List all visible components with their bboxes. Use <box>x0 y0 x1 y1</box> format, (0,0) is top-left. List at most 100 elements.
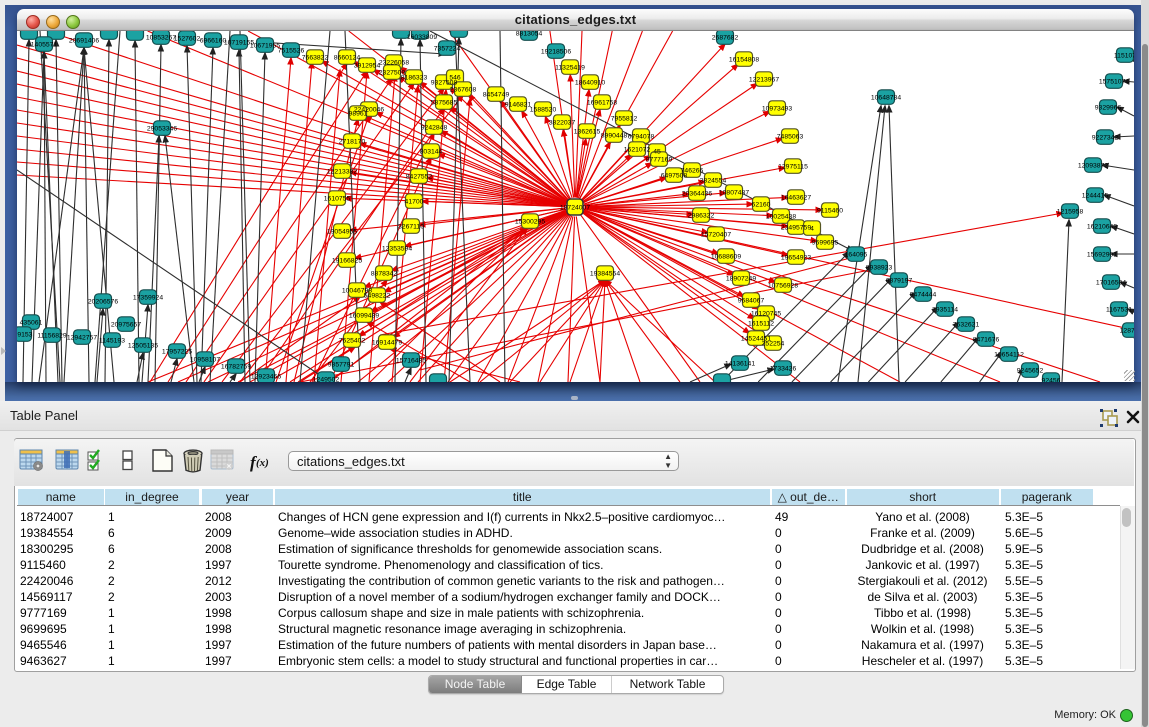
svg-text:3822037: 3822037 <box>549 120 576 127</box>
svg-text:23226058: 23226058 <box>379 60 409 67</box>
svg-text:1615112: 1615112 <box>748 321 774 328</box>
svg-text:20206576: 20206576 <box>88 299 118 306</box>
svg-text:16463627: 16463627 <box>781 195 811 202</box>
svg-text:1244415: 1244415 <box>1082 193 1109 200</box>
svg-text:9329966: 9329966 <box>1095 105 1122 112</box>
svg-text:9684067: 9684067 <box>738 298 765 305</box>
svg-text:16033809: 16033809 <box>407 34 437 41</box>
svg-text:10807487: 10807487 <box>719 190 749 197</box>
svg-text:10654112: 10654112 <box>994 352 1024 359</box>
svg-text:17359924: 17359924 <box>133 295 163 302</box>
svg-text:10853267: 10853267 <box>146 35 176 42</box>
svg-text:8990448: 8990448 <box>601 133 628 140</box>
svg-text:12093872: 12093872 <box>1078 163 1108 170</box>
svg-text:7515526: 7515526 <box>278 48 305 55</box>
svg-text:12213967: 12213967 <box>749 77 779 84</box>
svg-text:18724007: 18724007 <box>560 205 590 212</box>
svg-text:41700: 41700 <box>405 199 424 206</box>
svg-text:19166825: 19166825 <box>332 258 362 265</box>
svg-text:16154808: 16154808 <box>729 57 759 64</box>
svg-text:1405571: 1405571 <box>31 42 58 49</box>
svg-text:5875685: 5875685 <box>431 100 458 107</box>
svg-text:20975657: 20975657 <box>111 322 141 329</box>
svg-text:2986322: 2986322 <box>688 213 715 220</box>
svg-text:1527602: 1527602 <box>174 36 201 43</box>
svg-text:10973493: 10973493 <box>762 106 792 113</box>
svg-text:10756928: 10756928 <box>768 283 798 290</box>
svg-text:1249502: 1249502 <box>313 377 340 383</box>
svg-text:9115460: 9115460 <box>817 208 843 215</box>
svg-text:10958107: 10958107 <box>190 357 220 364</box>
svg-text:9699695: 9699695 <box>812 240 839 247</box>
svg-text:14136141: 14136141 <box>725 361 755 368</box>
svg-text:12975115: 12975115 <box>778 164 808 171</box>
svg-text:9474444: 9474444 <box>910 292 937 299</box>
svg-text:2687682: 2687682 <box>712 35 739 42</box>
svg-text:252254: 252254 <box>762 341 785 348</box>
svg-text:16120745: 16120745 <box>751 311 781 318</box>
svg-text:9245652: 9245652 <box>1017 368 1044 375</box>
svg-text:12942757: 12942757 <box>67 335 97 342</box>
svg-text:11156829: 11156829 <box>37 333 66 340</box>
svg-text:8454749: 8454749 <box>483 92 510 99</box>
svg-text:10648784: 10648784 <box>871 95 901 102</box>
svg-text:16782759: 16782759 <box>221 364 251 371</box>
svg-text:12505135: 12505135 <box>128 343 158 350</box>
svg-text:19054955: 19054955 <box>327 229 357 236</box>
svg-text:8660124: 8660124 <box>334 55 361 62</box>
svg-text:1362615: 1362615 <box>574 129 601 136</box>
svg-text:17957225: 17957225 <box>162 349 192 356</box>
svg-text:39153: 39153 <box>17 332 33 339</box>
svg-text:19384554: 19384554 <box>590 271 620 278</box>
svg-text:3267110: 3267110 <box>398 224 424 231</box>
svg-text:19218506: 19218506 <box>541 49 571 56</box>
svg-text:10025438: 10025438 <box>766 214 796 221</box>
svg-text:15720407: 15720407 <box>701 232 731 239</box>
svg-text:1733426: 1733426 <box>770 366 797 373</box>
svg-text:3824554: 3824554 <box>700 178 727 185</box>
svg-text:6966160: 6966160 <box>200 38 227 45</box>
svg-text:1215958: 1215958 <box>1057 209 1084 216</box>
svg-text:1610755: 1610755 <box>324 196 351 203</box>
svg-text:98961: 98961 <box>349 111 368 118</box>
svg-text:7485063: 7485063 <box>777 134 804 141</box>
svg-text:29053346: 29053346 <box>147 126 177 133</box>
svg-text:2367608: 2367608 <box>450 87 477 94</box>
svg-text:12353594: 12353594 <box>382 246 412 253</box>
svg-text:115107: 115107 <box>1114 53 1134 60</box>
svg-text:16961758: 16961758 <box>587 100 617 107</box>
svg-text:17016504: 17016504 <box>1096 280 1126 287</box>
svg-text:8186323: 8186323 <box>401 75 428 82</box>
svg-text:1145193: 1145193 <box>99 338 125 345</box>
svg-text:5498222: 5498222 <box>364 293 391 300</box>
svg-text:15300295: 15300295 <box>515 219 545 226</box>
svg-text:19654923: 19654923 <box>781 255 811 262</box>
svg-text:546: 546 <box>449 75 461 82</box>
svg-text:7357224: 7357224 <box>434 46 461 53</box>
svg-text:1621072: 1621072 <box>624 147 651 154</box>
svg-text:4: 4 <box>810 226 814 233</box>
svg-text:18907249: 18907249 <box>726 276 756 283</box>
svg-text:746266: 746266 <box>681 168 704 175</box>
svg-text:20691406: 20691406 <box>69 38 99 45</box>
svg-text:15716485: 15716485 <box>396 358 426 365</box>
svg-text:8878342: 8878342 <box>371 271 398 278</box>
svg-text:9777169: 9777169 <box>646 157 673 164</box>
svg-text:8938923: 8938923 <box>866 265 893 272</box>
svg-text:7663822: 7663822 <box>302 55 329 62</box>
svg-text:2718170: 2718170 <box>339 139 366 146</box>
svg-text:12213382: 12213382 <box>327 169 357 176</box>
svg-text:8471676: 8471676 <box>973 337 1000 344</box>
svg-text:6794078: 6794078 <box>628 134 655 141</box>
svg-text:2935114: 2935114 <box>932 307 958 314</box>
svg-text:9242848: 9242848 <box>421 125 448 132</box>
svg-text:164095: 164095 <box>845 252 868 259</box>
svg-text:9857791: 9857791 <box>328 362 355 369</box>
svg-text:7955812: 7955812 <box>611 116 638 123</box>
svg-text:18640910: 18640910 <box>575 80 605 87</box>
svg-text:12923466: 12923466 <box>251 374 281 381</box>
svg-text:(x): (x) <box>256 457 269 469</box>
svg-text:1588520: 1588520 <box>530 107 557 114</box>
svg-text:15751074: 15751074 <box>1099 79 1129 86</box>
svg-text:8427552: 8427552 <box>406 174 433 181</box>
